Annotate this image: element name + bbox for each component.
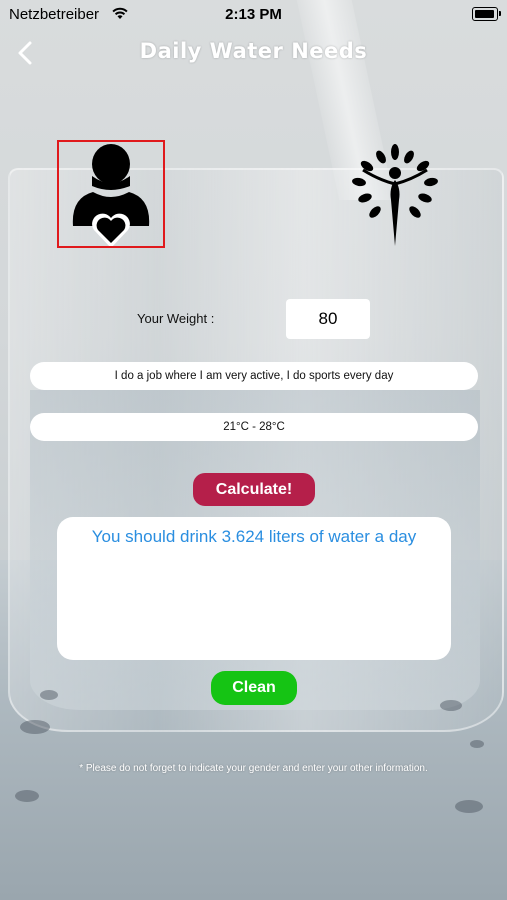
page-title: Daily Water Needs <box>139 39 368 63</box>
male-person-heart-icon <box>72 144 150 248</box>
result-panel: You should drink 3.624 liters of water a… <box>57 517 451 660</box>
female-gender-button[interactable] <box>345 140 445 250</box>
water-splash <box>15 790 39 802</box>
female-figure-leaves-icon <box>352 144 438 246</box>
water-splash <box>40 690 58 700</box>
result-text: You should drink 3.624 liters of water a… <box>91 527 417 546</box>
water-splash <box>440 700 462 711</box>
calculate-button[interactable]: Calculate! <box>193 473 315 506</box>
clean-button[interactable]: Clean <box>211 671 297 705</box>
activity-select[interactable]: I do a job where I am very active, I do … <box>30 362 478 390</box>
weight-input[interactable] <box>286 299 370 339</box>
male-gender-button[interactable] <box>57 140 165 248</box>
temperature-select[interactable]: 21°C - 28°C <box>30 413 478 441</box>
status-bar: Netzbetreiber 2:13 PM <box>0 0 507 28</box>
battery-icon <box>472 7 498 21</box>
water-splash <box>470 740 484 748</box>
weight-label: Your Weight : <box>137 311 215 326</box>
gender-reminder-note: * Please do not forget to indicate your … <box>79 763 428 774</box>
status-time: 2:13 PM <box>225 6 282 23</box>
battery-tip <box>499 11 501 16</box>
water-splash <box>20 720 50 734</box>
water-splash <box>455 800 483 813</box>
